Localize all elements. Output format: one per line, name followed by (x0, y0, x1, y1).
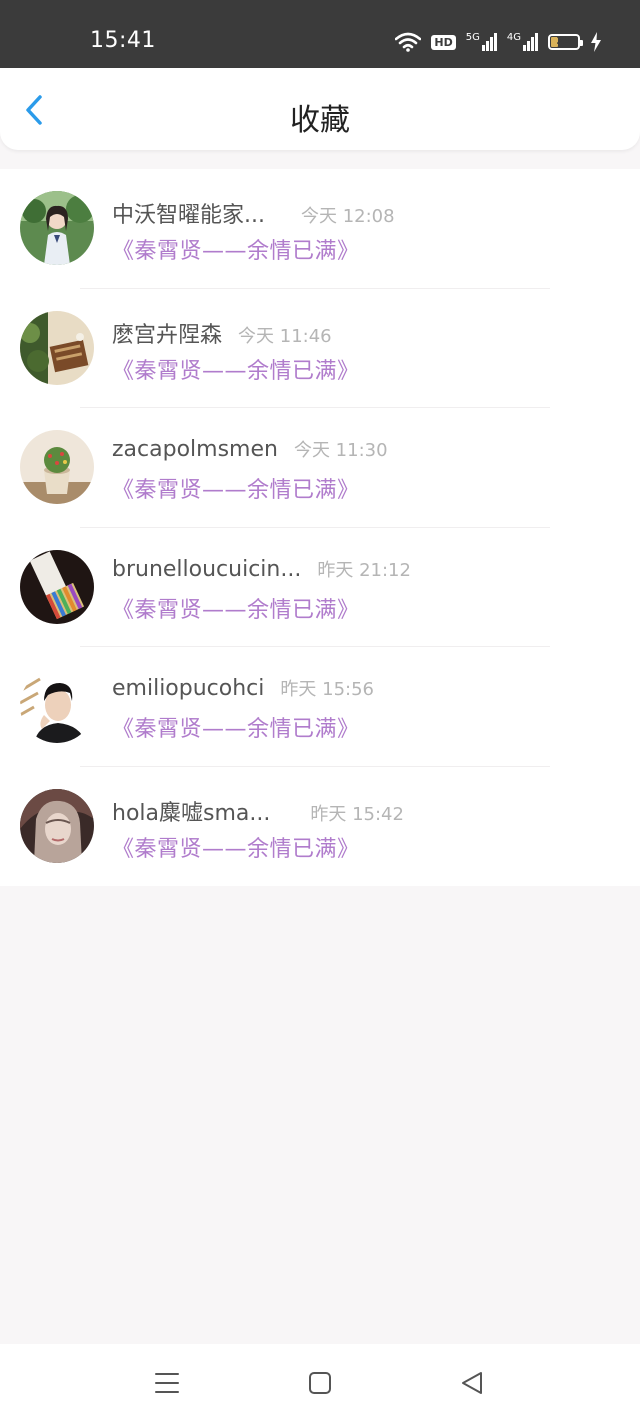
item-time: 今天 11:30 (293, 440, 388, 461)
list-item[interactable]: brunelloucuicin... 昨天 21:12 《秦霄贤——余情已满》 (0, 528, 640, 647)
menu-button[interactable] (153, 1369, 181, 1397)
battery-icon: 25 (548, 34, 583, 50)
signal-4g-icon: 4G (507, 33, 538, 51)
avatar[interactable] (20, 669, 94, 743)
item-time: 昨天 15:42 (310, 803, 404, 825)
item-name: zacapolmsmen 今天 11:30 (112, 436, 388, 462)
status-bar: 15:41 HD 5G 4G 25 (0, 0, 640, 68)
back-triangle-icon (462, 1372, 482, 1394)
item-name: 中沃智曜能家... 今天 12:08 (112, 197, 395, 229)
signal-5g-icon: 5G (466, 33, 497, 51)
favorites-list: 中沃智曜能家... 今天 12:08 《秦霄贤——余情已满》 麽宫卉陧森 今天 11… (0, 169, 640, 886)
home-square-icon (309, 1372, 331, 1394)
item-name-text: 麽宫卉陧森 (112, 322, 223, 348)
avatar[interactable] (20, 191, 94, 265)
item-name-text: zacapolmsmen (112, 437, 278, 462)
status-icons: HD 5G 4G 25 (395, 30, 602, 54)
network-4g-label: 4G (506, 32, 521, 43)
item-subtitle: 《秦霄贤——余情已满》 (112, 358, 360, 384)
header-bar: 收藏 (0, 68, 640, 150)
list-item[interactable]: 中沃智曜能家... 今天 12:08 《秦霄贤——余情已满》 (0, 169, 640, 289)
hd-badge: HD (431, 34, 456, 50)
item-name: brunelloucuicin... 昨天 21:12 (112, 556, 411, 582)
item-name-text: brunelloucuicin... (112, 556, 302, 582)
avatar[interactable] (20, 549, 94, 624)
status-time: 15:41 (90, 28, 156, 53)
home-button[interactable] (306, 1369, 334, 1397)
nav-back-button[interactable] (458, 1369, 486, 1397)
item-name: hola麋嘘sma... 昨天 15:42 (112, 795, 404, 827)
page-title: 收藏 (290, 103, 350, 138)
charging-icon (591, 32, 601, 52)
item-time: 今天 11:46 (238, 325, 332, 347)
avatar[interactable] (20, 430, 94, 504)
battery-level: 25 (556, 34, 572, 47)
item-subtitle: 《秦霄贤——余情已满》 (112, 597, 360, 623)
list-item[interactable]: hola麋嘘sma... 昨天 15:42 《秦霄贤——余情已满》 (0, 767, 640, 887)
avatar[interactable] (20, 788, 94, 863)
avatar[interactable] (20, 310, 94, 385)
item-name: 麽宫卉陧森 今天 11:46 (112, 317, 332, 349)
item-time: 昨天 15:56 (280, 679, 374, 700)
item-name-text: emiliopucohci (112, 676, 265, 701)
item-subtitle: 《秦霄贤——余情已满》 (112, 836, 360, 862)
item-name: emiliopucohci 昨天 15:56 (112, 675, 374, 701)
item-subtitle: 《秦霄贤——余情已满》 (112, 239, 360, 264)
item-time: 昨天 21:12 (317, 559, 411, 581)
wifi-icon (395, 32, 422, 52)
list-item[interactable]: zacapolmsmen 今天 11:30 《秦霄贤——余情已满》 (0, 408, 640, 528)
menu-icon (155, 1373, 179, 1393)
network-5g-label: 5G (465, 32, 480, 43)
item-name-text: 中沃智曜能家... (112, 203, 265, 228)
list-item[interactable]: 麽宫卉陧森 今天 11:46 《秦霄贤——余情已满》 (0, 289, 640, 408)
item-time: 今天 12:08 (300, 206, 395, 227)
item-subtitle: 《秦霄贤——余情已满》 (112, 717, 360, 742)
item-subtitle: 《秦霄贤——余情已满》 (112, 478, 360, 503)
system-nav-bar (0, 1344, 640, 1422)
item-name-text: hola麋嘘sma... (112, 800, 271, 826)
list-item[interactable]: emiliopucohci 昨天 15:56 《秦霄贤——余情已满》 (0, 647, 640, 767)
